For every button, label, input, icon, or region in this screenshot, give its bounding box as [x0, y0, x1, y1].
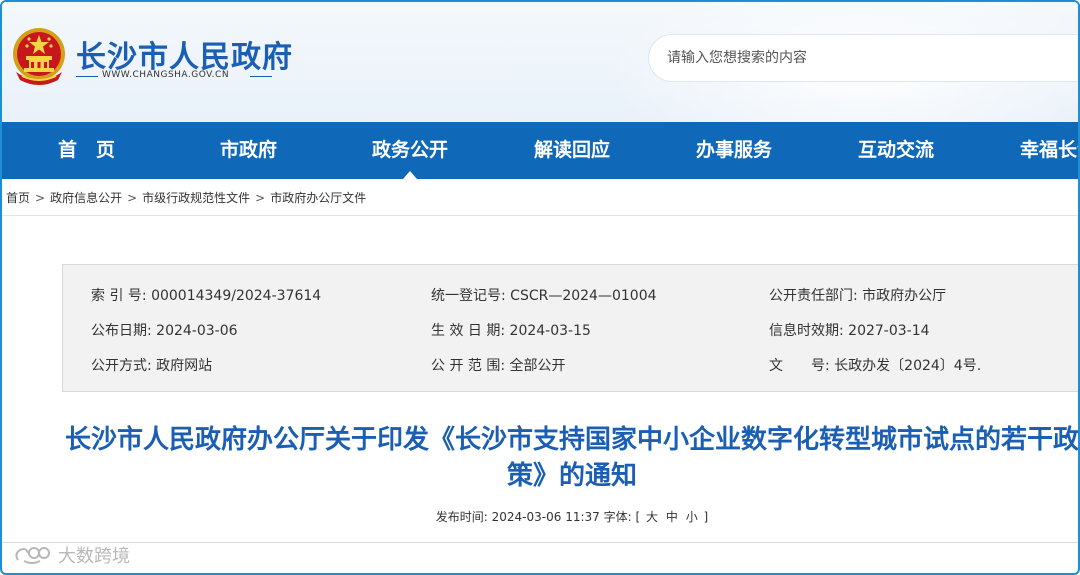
page-frame: 长沙市人民政府 WWW.CHANGSHA.GOV.CN 首 页 市政府 政务公开… [0, 0, 1080, 575]
font-size-switcher: 字体: [ 大 中 小 ] [604, 510, 709, 524]
nav-item-city-government[interactable]: 市政府 [220, 122, 277, 179]
nav-item-interaction[interactable]: 互动交流 [858, 122, 934, 179]
info-expiry-date-value: 2027-03-14 [848, 323, 930, 339]
info-index-label: 索 引 号: [91, 288, 147, 304]
font-size-small-link[interactable]: 小 [686, 510, 698, 524]
font-size-large-link[interactable]: 大 [646, 510, 658, 524]
font-size-open-bracket: [ [635, 510, 641, 524]
font-size-close-bracket: ] [703, 510, 709, 524]
info-department: 公开责任部门: 市政府办公厅 [769, 285, 946, 305]
breadcrumb-item-normative-docs[interactable]: 市级行政规范性文件 [142, 189, 250, 206]
search-box[interactable] [648, 34, 1078, 82]
info-department-label: 公开责任部门: [769, 288, 858, 304]
info-publish-mode-value: 政府网站 [156, 358, 213, 374]
breadcrumb-item-office-docs[interactable]: 市政府办公厅文件 [270, 189, 366, 206]
url-divider-left [76, 76, 98, 77]
breadcrumb-separator: > [127, 191, 138, 205]
meta-divider [2, 542, 1078, 543]
breadcrumb-separator: > [255, 191, 266, 205]
font-size-medium-link[interactable]: 中 [666, 510, 678, 524]
breadcrumb: 首页 > 政府信息公开 > 市级行政规范性文件 > 市政府办公厅文件 [6, 189, 366, 206]
document-info-box: 索 引 号: 000014349/2024-37614 统一登记号: CSCR—… [62, 264, 1078, 392]
info-document-number-value: 长政办发〔2024〕4号. [834, 358, 982, 374]
font-size-label: 字体: [603, 510, 632, 524]
url-divider-right [250, 76, 272, 77]
info-publish-mode: 公开方式: 政府网站 [91, 355, 212, 375]
national-emblem-icon [13, 28, 65, 85]
info-registration-value: CSCR—2024—01004 [510, 288, 657, 304]
publish-time-value: 2024-03-06 11:37 [491, 510, 600, 524]
nav-item-home[interactable]: 首 页 [58, 122, 115, 179]
info-registration-label: 统一登记号: [431, 288, 506, 304]
info-document-number-label: 文 号: [769, 358, 830, 374]
info-scope-label: 公 开 范 围: [431, 358, 506, 374]
info-document-number: 文 号: 长政办发〔2024〕4号. [769, 355, 981, 375]
breadcrumb-separator: > [35, 191, 46, 205]
info-expiry-date-label: 信息时效期: [769, 323, 844, 339]
breadcrumb-item-gov-info[interactable]: 政府信息公开 [50, 189, 122, 206]
info-index-value: 000014349/2024-37614 [151, 288, 322, 304]
nav-item-happy-changsha[interactable]: 幸福长沙 [1020, 122, 1078, 179]
document-meta: 发布时间: 2024-03-06 11:37 字体: [ 大 中 小 ] [2, 508, 1078, 525]
info-effective-date: 生 效 日 期: 2024-03-15 [431, 320, 591, 340]
info-index: 索 引 号: 000014349/2024-37614 [91, 285, 321, 305]
info-publish-date-label: 公布日期: [91, 323, 152, 339]
info-effective-date-label: 生 效 日 期: [431, 323, 506, 339]
main-nav: 首 页 市政府 政务公开 解读回应 办事服务 互动交流 幸福长沙 [2, 122, 1078, 179]
publish-time-label: 发布时间: [435, 510, 488, 524]
info-publish-date-value: 2024-03-06 [156, 323, 238, 339]
info-department-value: 市政府办公厅 [862, 288, 947, 304]
info-expiry-date: 信息时效期: 2027-03-14 [769, 320, 930, 340]
info-scope: 公 开 范 围: 全部公开 [431, 355, 566, 375]
watermark-logo-icon [15, 547, 50, 564]
watermark-text: 大数跨境 [58, 546, 130, 567]
site-url: WWW.CHANGSHA.GOV.CN [102, 70, 230, 80]
info-registration: 统一登记号: CSCR—2024—01004 [431, 285, 657, 305]
info-publish-mode-label: 公开方式: [91, 358, 152, 374]
search-input[interactable] [667, 35, 1067, 81]
watermark: 大数跨境 [12, 542, 130, 568]
info-effective-date-value: 2024-03-15 [509, 323, 591, 339]
nav-item-interpretation[interactable]: 解读回应 [534, 122, 610, 179]
document-title: 长沙市人民政府办公厅关于印发《长沙市支持国家中小企业数字化转型城市试点的若干政策… [64, 425, 1079, 491]
active-nav-caret-icon [403, 171, 417, 179]
nav-item-services[interactable]: 办事服务 [696, 122, 772, 179]
breadcrumb-item-home[interactable]: 首页 [6, 189, 30, 206]
info-scope-value: 全部公开 [509, 358, 566, 374]
breadcrumb-divider [2, 215, 1078, 216]
site-header: 长沙市人民政府 WWW.CHANGSHA.GOV.CN [2, 2, 1078, 122]
info-publish-date: 公布日期: 2024-03-06 [91, 320, 238, 340]
